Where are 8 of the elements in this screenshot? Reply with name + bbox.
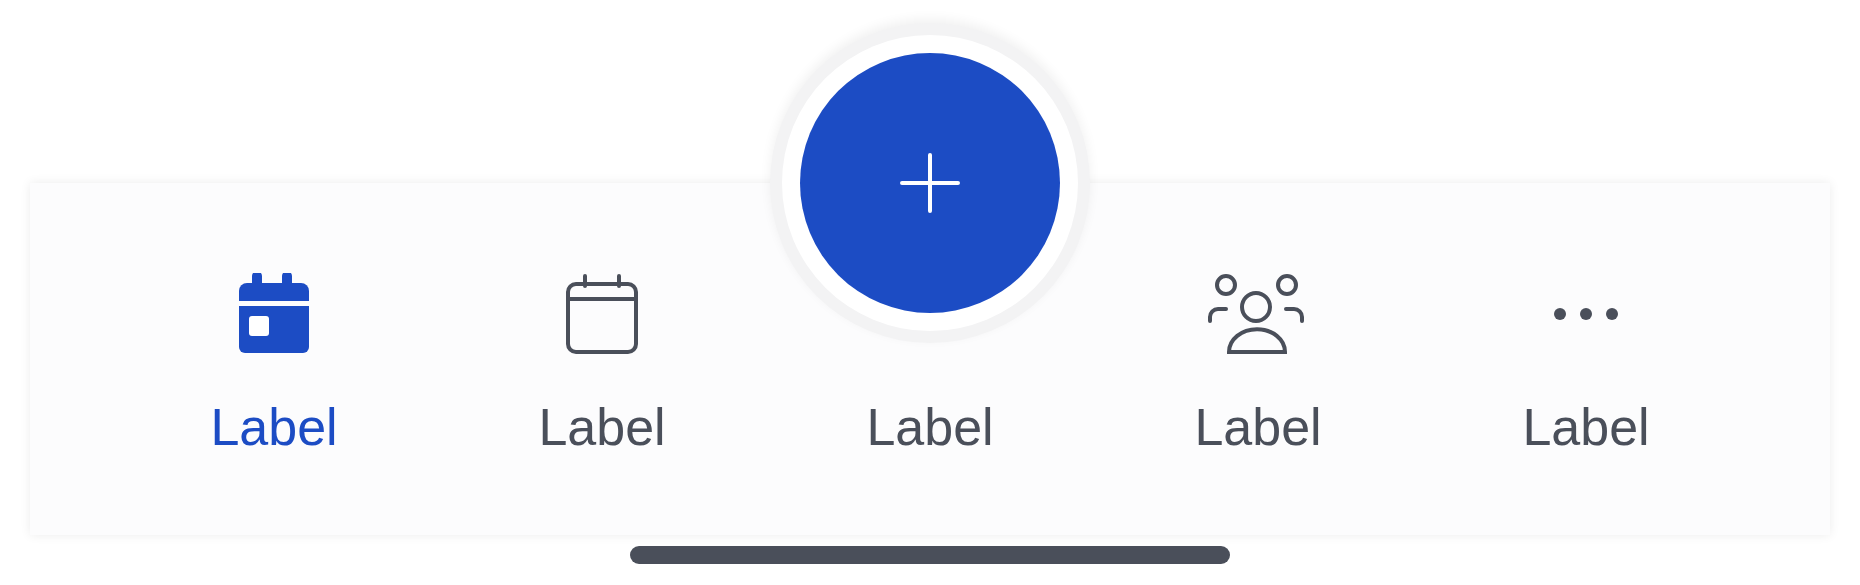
calendar-icon <box>565 273 639 355</box>
calendar-icon <box>237 273 311 355</box>
nav-tab[interactable]: Label <box>110 269 438 453</box>
nav-tab[interactable]: Label <box>1094 269 1422 453</box>
plus-icon <box>900 153 960 213</box>
nav-tab[interactable]: Label <box>1422 269 1750 453</box>
more-icon <box>1553 307 1619 321</box>
nav-tab[interactable]: Label <box>438 269 766 453</box>
